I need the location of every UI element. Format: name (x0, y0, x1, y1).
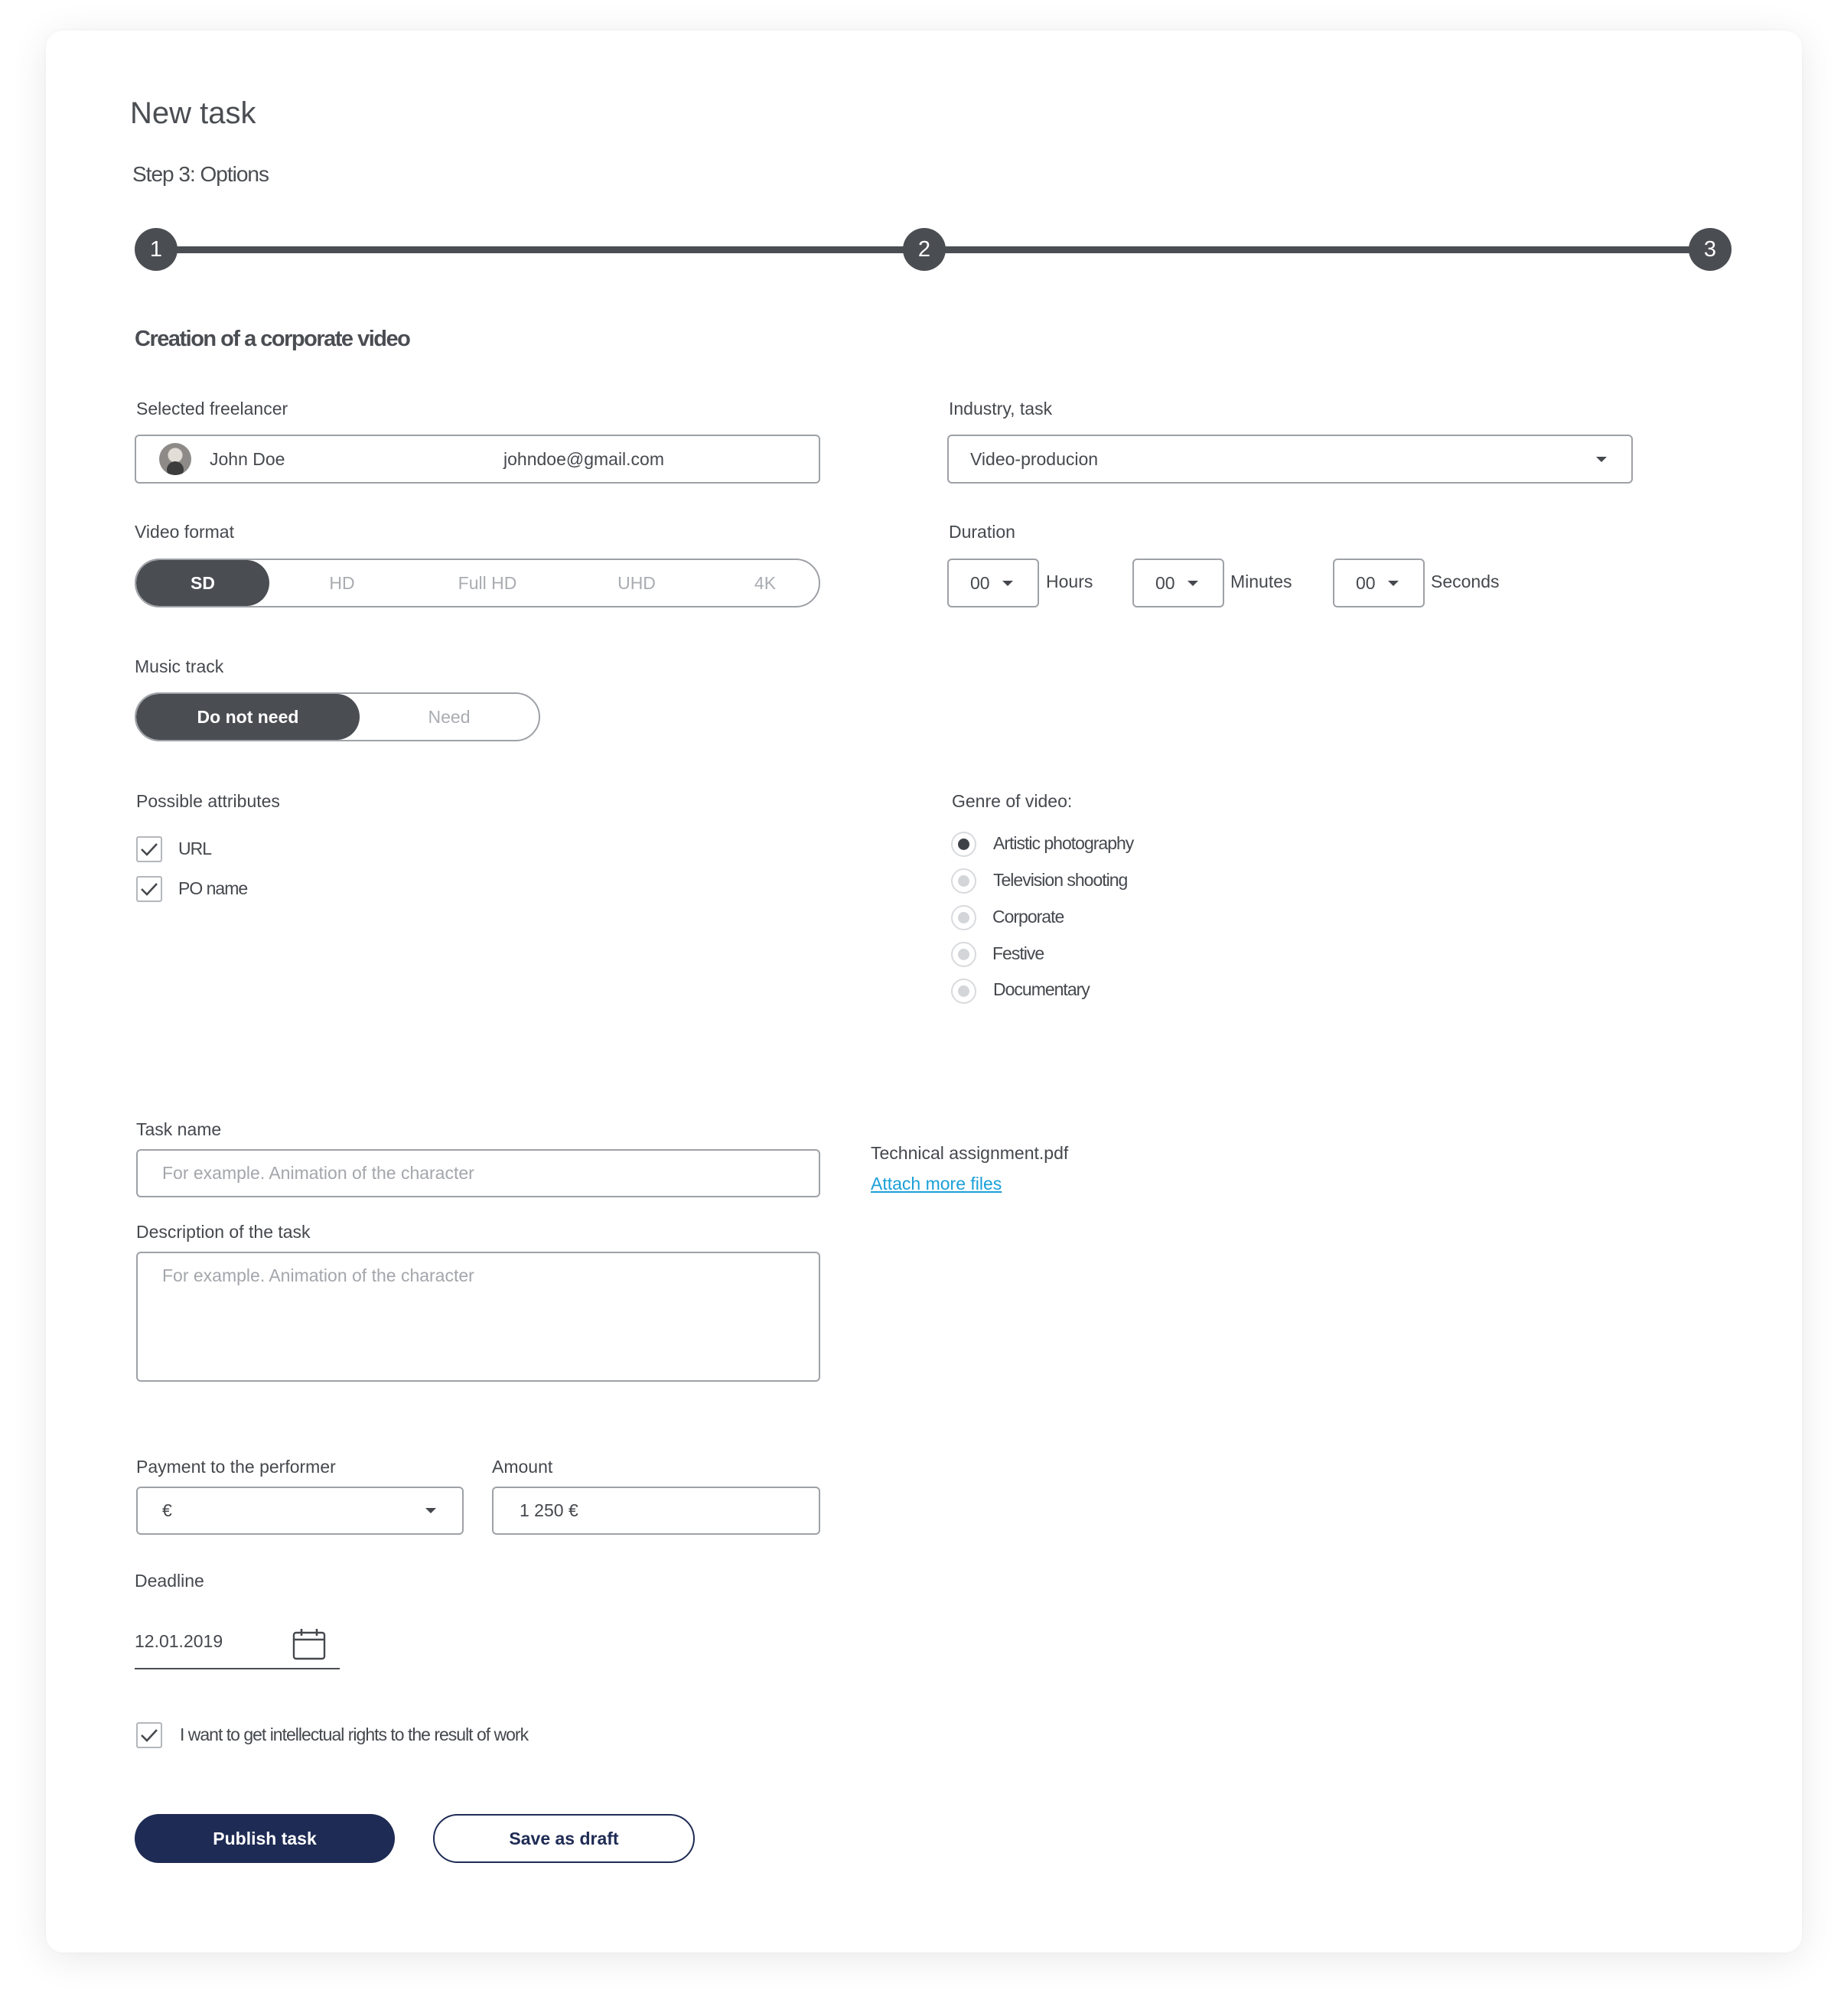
chevron-down-icon (1596, 456, 1607, 462)
deadline-value: 12.01.2019 (135, 1631, 223, 1651)
minutes-label: Minutes (1230, 572, 1292, 591)
industry-label: Industry, task (949, 399, 1053, 419)
minutes-select[interactable]: 00 (1132, 559, 1224, 607)
attributes-label: Possible attributes (136, 791, 280, 811)
seconds-label: Seconds (1431, 572, 1500, 591)
check-icon (141, 883, 158, 896)
music-option-do-not-need[interactable]: Do not need (136, 694, 360, 740)
music-track-toggle: Do not need Need (135, 692, 540, 741)
attach-more-files-link[interactable]: Attach more files (871, 1174, 1002, 1194)
genre-radio-documentary[interactable] (951, 979, 976, 1004)
calendar-icon[interactable] (292, 1628, 326, 1664)
duration-label: Duration (949, 522, 1015, 542)
freelancer-avatar (159, 443, 191, 475)
attached-file-name[interactable]: Technical assignment.pdf (871, 1143, 1068, 1164)
payment-currency-select[interactable]: € (136, 1487, 464, 1535)
industry-value: Video-producion (970, 448, 1099, 469)
task-name-label: Task name (136, 1119, 222, 1139)
genre-label: Genre of video: (952, 791, 1073, 811)
minutes-value: 00 (1155, 572, 1175, 593)
amount-value: 1 250 € (520, 1500, 578, 1520)
music-option-need[interactable]: Need (360, 694, 539, 740)
page-subtitle: Step 3: Options (132, 162, 269, 186)
task-name-placeholder: For example. Animation of the character (162, 1163, 474, 1183)
genre-label-documentary: Documentary (993, 979, 1090, 999)
freelancer-name: John Doe (210, 448, 285, 469)
stepper-line-1 (156, 246, 921, 253)
genre-label-artistic-photography: Artistic photography (993, 833, 1134, 853)
stepper-step-3[interactable]: 3 (1689, 228, 1732, 271)
save-as-draft-button[interactable]: Save as draft (433, 1814, 695, 1863)
hours-value: 00 (970, 572, 990, 593)
check-icon (141, 1729, 158, 1742)
chevron-down-icon (1187, 580, 1198, 586)
genre-radio-festive[interactable] (951, 942, 976, 967)
format-option-4k[interactable]: 4K (713, 560, 817, 606)
stepper-step-1[interactable]: 1 (135, 228, 178, 271)
amount-label: Amount (492, 1457, 553, 1477)
attribute-po-name-label: PO name (178, 878, 248, 898)
genre-radio-television-shooting[interactable] (951, 868, 976, 894)
stepper-step-2[interactable]: 2 (903, 228, 946, 271)
format-option-full-hd[interactable]: Full HD (415, 560, 560, 606)
freelancer-field[interactable]: John Doe johndoe@gmail.com (135, 435, 820, 484)
freelancer-label: Selected freelancer (136, 399, 288, 419)
description-placeholder: For example. Animation of the character (162, 1265, 474, 1285)
chevron-down-icon (1002, 580, 1013, 586)
format-option-sd[interactable]: SD (136, 560, 269, 606)
attribute-url-label: URL (178, 839, 212, 858)
payment-label: Payment to the performer (136, 1457, 336, 1477)
rights-label: I want to get intellectual rights to the… (180, 1725, 529, 1744)
task-name-input[interactable]: For example. Animation of the character (136, 1149, 820, 1197)
chevron-down-icon (1387, 580, 1399, 586)
amount-input[interactable]: 1 250 € (492, 1487, 820, 1535)
section-title: Creation of a corporate video (135, 327, 411, 351)
seconds-value: 00 (1356, 572, 1376, 593)
format-option-uhd[interactable]: UHD (560, 560, 713, 606)
description-label: Description of the task (136, 1222, 311, 1242)
publish-task-button[interactable]: Publish task (135, 1814, 395, 1863)
music-track-label: Music track (135, 656, 224, 676)
hours-select[interactable]: 00 (947, 559, 1039, 607)
check-icon (141, 843, 158, 856)
attribute-url-checkbox[interactable] (136, 836, 162, 862)
attribute-po-name-checkbox[interactable] (136, 876, 162, 902)
video-format-toggle: SD HD Full HD UHD 4K (135, 559, 820, 607)
format-option-hd[interactable]: HD (269, 560, 415, 606)
genre-label-television-shooting: Television shooting (993, 870, 1128, 890)
description-textarea[interactable]: For example. Animation of the character (136, 1252, 820, 1382)
hours-label: Hours (1046, 572, 1093, 591)
stepper-line-2 (921, 246, 1709, 253)
chevron-down-icon (425, 1508, 436, 1513)
video-format-label: Video format (135, 522, 234, 542)
rights-checkbox[interactable] (136, 1722, 162, 1748)
page-title: New task (130, 96, 256, 130)
payment-currency-value: € (162, 1500, 172, 1520)
seconds-select[interactable]: 00 (1333, 559, 1425, 607)
genre-radio-artistic-photography[interactable] (951, 832, 976, 857)
deadline-label: Deadline (135, 1571, 204, 1591)
genre-label-corporate: Corporate (992, 907, 1064, 927)
genre-radio-corporate[interactable] (951, 905, 976, 930)
deadline-input[interactable]: 12.01.2019 (135, 1622, 340, 1669)
genre-label-festive: Festive (992, 943, 1044, 963)
industry-select[interactable]: Video-producion (947, 435, 1633, 484)
freelancer-email: johndoe@gmail.com (503, 448, 665, 469)
